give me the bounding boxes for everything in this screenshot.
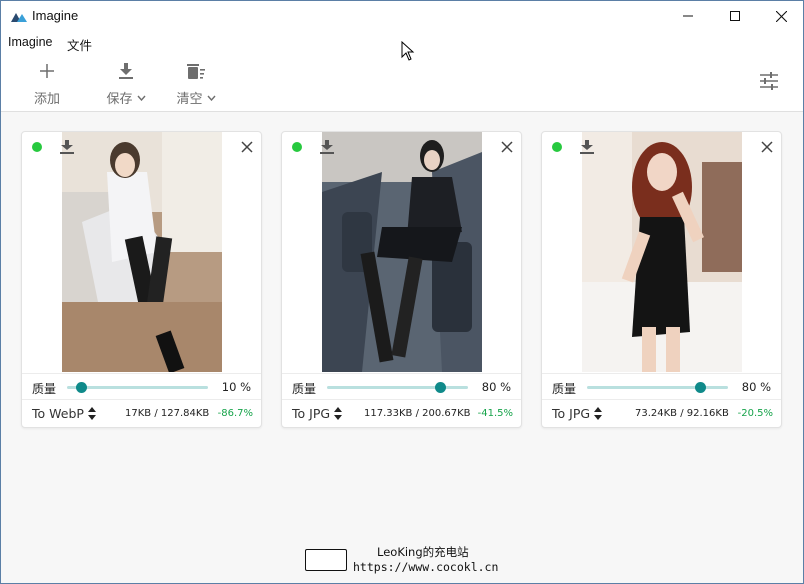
add-label: 添加 (33, 92, 60, 107)
quality-slider[interactable] (587, 382, 728, 393)
file-sizes: 117.33KB / 200.67KB (364, 408, 471, 419)
chevron-down-icon (136, 95, 146, 101)
status-indicator (292, 142, 302, 152)
format-value: To JPG (552, 406, 591, 421)
save-button[interactable]: 保存 (102, 61, 150, 107)
slider-thumb[interactable] (76, 382, 88, 393)
file-sizes: 73.24KB / 92.16KB (635, 408, 729, 419)
watermark-title: LeoKing的充电站 (377, 545, 469, 559)
clear-label: 清空 (176, 92, 203, 107)
download-icon[interactable] (580, 140, 594, 154)
close-window-button[interactable] (758, 1, 803, 31)
close-icon[interactable] (240, 140, 254, 154)
status-indicator (32, 142, 42, 152)
size-reduction: -86.7% (217, 408, 253, 419)
watermark-url: https://www.cocokl.cn (353, 560, 499, 574)
clear-trash-icon (187, 63, 205, 79)
watermark-logo (305, 549, 347, 571)
quality-row: 质量 80 % (282, 373, 521, 399)
image-preview[interactable] (322, 132, 482, 372)
image-preview[interactable] (582, 132, 742, 372)
slider-thumb[interactable] (434, 382, 446, 393)
format-row: To JPG 73.24KB / 92.16KB -20.5% (542, 399, 781, 427)
download-icon[interactable] (320, 140, 334, 154)
menu-imagine[interactable]: Imagine (8, 35, 52, 49)
size-reduction: -20.5% (737, 408, 773, 419)
size-reduction: -41.5% (477, 408, 513, 419)
format-row: To JPG 117.33KB / 200.67KB -41.5% (282, 399, 521, 427)
minimize-icon (683, 15, 693, 17)
maximize-button[interactable] (712, 1, 758, 31)
format-value: To JPG (292, 406, 331, 421)
settings-sliders-icon[interactable] (759, 72, 779, 90)
menu-file[interactable]: 文件 (67, 35, 92, 54)
slider-thumb[interactable] (694, 382, 706, 393)
save-label: 保存 (106, 92, 133, 107)
format-select[interactable]: To JPG (552, 406, 603, 421)
sort-arrows-icon (87, 407, 96, 420)
app-logo-icon (11, 13, 27, 22)
quality-value: 10 % (221, 380, 251, 394)
quality-slider[interactable] (327, 382, 468, 393)
app-window: Imagine Imagine 文件 添加 保存 清空 质量 10 % To W… (0, 0, 804, 584)
image-card: 质量 80 % To JPG 117.33KB / 200.67KB -41.5… (281, 131, 522, 428)
toolbar: 添加 保存 清空 (1, 53, 803, 112)
add-button[interactable]: 添加 (32, 61, 62, 107)
close-icon[interactable] (500, 140, 514, 154)
window-title: Imagine (32, 8, 79, 23)
image-card: 质量 10 % To WebP 17KB / 127.84KB -86.7% (21, 131, 262, 428)
close-icon (775, 10, 787, 22)
format-row: To WebP 17KB / 127.84KB -86.7% (22, 399, 261, 427)
close-icon[interactable] (760, 140, 774, 154)
file-sizes: 17KB / 127.84KB (125, 408, 210, 419)
image-preview[interactable] (62, 132, 222, 372)
plus-icon (40, 64, 54, 78)
sort-arrows-icon (334, 407, 343, 420)
chevron-down-icon (206, 95, 216, 101)
quality-label: 质量 (552, 382, 577, 396)
download-icon[interactable] (60, 140, 74, 154)
format-select[interactable]: To JPG (292, 406, 343, 421)
quality-slider[interactable] (67, 382, 208, 393)
clear-button[interactable]: 清空 (172, 61, 220, 107)
status-indicator (552, 142, 562, 152)
sort-arrows-icon (594, 407, 603, 420)
quality-row: 质量 80 % (542, 373, 781, 399)
quality-label: 质量 (292, 382, 317, 396)
quality-label: 质量 (32, 382, 57, 396)
mouse-cursor-icon (401, 41, 415, 61)
image-card: 质量 80 % To JPG 73.24KB / 92.16KB -20.5% (541, 131, 782, 428)
quality-row: 质量 10 % (22, 373, 261, 399)
quality-value: 80 % (741, 380, 771, 394)
quality-value: 80 % (481, 380, 511, 394)
title-bar: Imagine (1, 1, 803, 31)
maximize-icon (730, 11, 740, 21)
format-value: To WebP (32, 406, 84, 421)
download-icon (119, 63, 133, 79)
format-select[interactable]: To WebP (32, 406, 96, 421)
minimize-button[interactable] (665, 1, 711, 31)
